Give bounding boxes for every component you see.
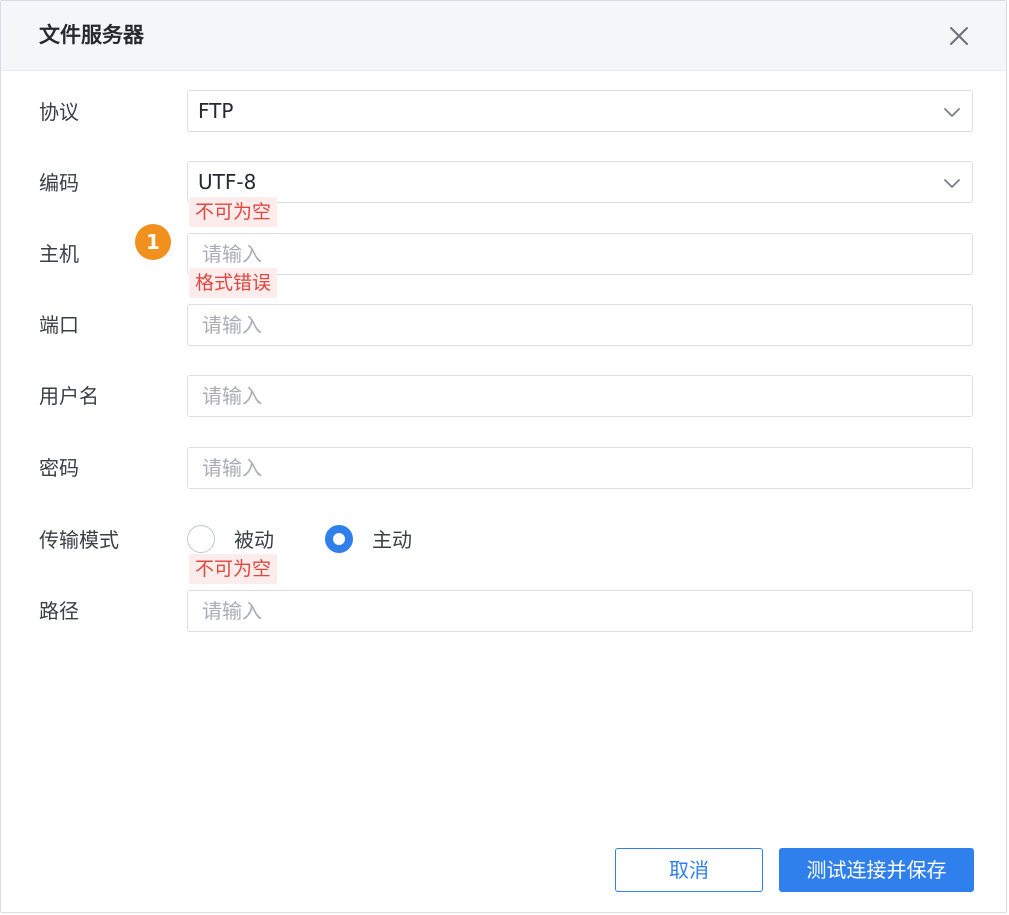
- path-label: 路径: [39, 599, 79, 623]
- host-label: 主机: [39, 242, 79, 266]
- encoding-value: UTF-8: [198, 170, 257, 194]
- protocol-select[interactable]: FTP: [187, 90, 973, 132]
- cancel-button[interactable]: 取消: [615, 848, 763, 892]
- test-connection-save-button[interactable]: 测试连接并保存: [779, 848, 974, 892]
- dialog-title: 文件服务器: [39, 23, 144, 47]
- password-input[interactable]: [188, 448, 972, 488]
- host-error-message: 格式错误: [189, 268, 278, 298]
- path-input[interactable]: [188, 591, 972, 631]
- host-input[interactable]: [188, 234, 972, 274]
- file-server-dialog: 文件服务器 协议 FTP 编码 UTF-8 不可为空 主机 1 格式错误 端口 …: [0, 0, 1007, 913]
- radio-active-circle[interactable]: [325, 525, 353, 553]
- chevron-down-icon: [944, 108, 960, 117]
- dialog-header: 文件服务器: [1, 1, 1006, 71]
- encoding-select[interactable]: UTF-8: [187, 161, 973, 203]
- transfer-mode-error-message: 不可为空: [189, 554, 278, 584]
- annotation-badge: 1: [135, 224, 171, 260]
- protocol-value: FTP: [198, 99, 234, 123]
- close-icon[interactable]: [945, 22, 973, 50]
- port-input[interactable]: [188, 305, 972, 345]
- port-label: 端口: [39, 313, 79, 337]
- encoding-error-message: 不可为空: [189, 197, 278, 227]
- password-label: 密码: [39, 456, 79, 480]
- path-field[interactable]: [187, 590, 973, 632]
- chevron-down-icon: [944, 179, 960, 188]
- transfer-mode-label: 传输模式: [39, 528, 119, 552]
- username-input[interactable]: [188, 376, 972, 416]
- port-field[interactable]: [187, 304, 973, 346]
- host-field[interactable]: [187, 233, 973, 275]
- radio-active-label[interactable]: 主动: [372, 526, 412, 554]
- protocol-label: 协议: [39, 100, 79, 124]
- password-field[interactable]: [187, 447, 973, 489]
- encoding-label: 编码: [39, 171, 79, 195]
- username-label: 用户名: [39, 384, 99, 408]
- radio-passive-circle[interactable]: [187, 525, 215, 553]
- radio-passive-label[interactable]: 被动: [234, 526, 274, 554]
- username-field[interactable]: [187, 375, 973, 417]
